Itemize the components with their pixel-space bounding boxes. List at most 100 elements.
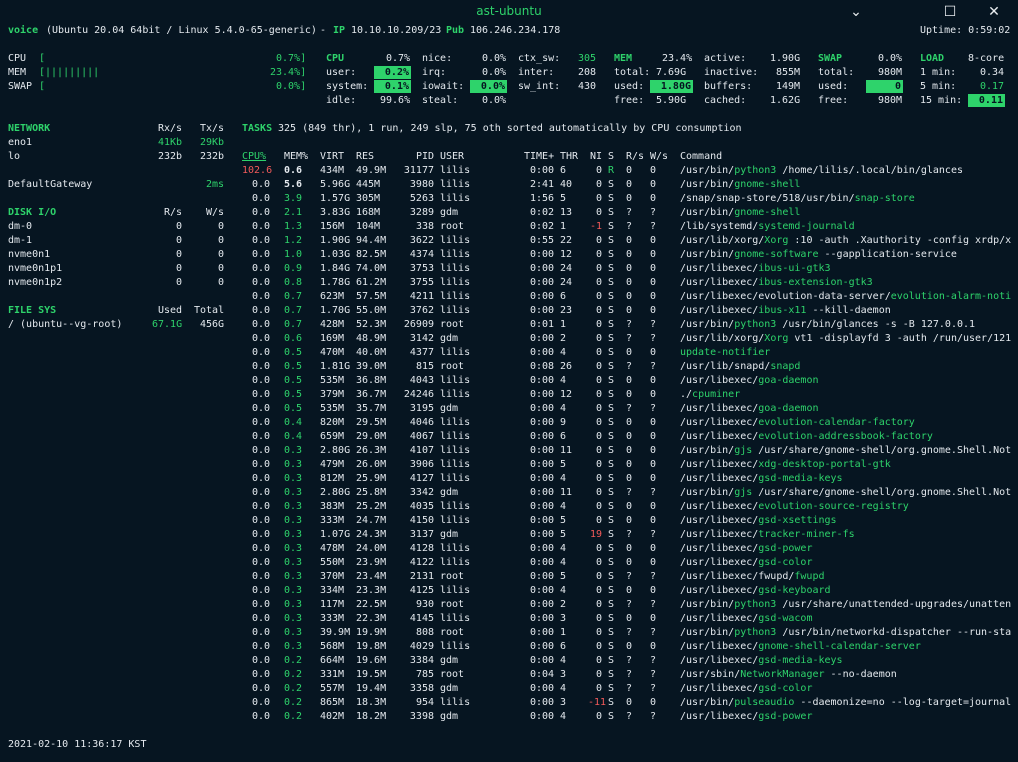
command-segment: /usr/libexec/ <box>680 711 759 722</box>
process-row[interactable]: 0.0 0.2 557M 19.4M 3358 gdm 0:00 4 0 S?? /usr/libe… <box>0 682 1018 696</box>
process-row[interactable]: 0.0 0.3 39.9M 19.9M 808 root 0:00 1 0 S?? /usr/bin… <box>0 626 1018 640</box>
process-user: root <box>440 319 465 330</box>
process-row[interactable]: 0.0 0.7 623M 57.5M 4211 lilis 0:00 6 0 S 0 0/usr/li… <box>0 290 1018 304</box>
command-segment: ./ <box>680 389 693 400</box>
process-row[interactable]: 0.0 0.3 333M 24.7M 4150 lilis 0:00 5 0 S 0 0/usr/li… <box>0 514 1018 528</box>
process-ws: 0 <box>650 459 657 470</box>
col-virt[interactable]: VIRT <box>320 150 344 164</box>
col-user[interactable]: USER <box>440 150 464 164</box>
process-row[interactable]: 0.0 0.7 1.70G 55.0M 3762 lilis 0:00 23 0 S 0 0/usr/… <box>0 304 1018 318</box>
process-row[interactable]: 0.0 0.4 820M 29.5M 4046 lilis 0:00 9 0 S 0 0/usr/li… <box>0 416 1018 430</box>
process-row[interactable]: 0.0 0.3 334M 23.3M 4125 lilis 0:00 4 0 S 0 0/usr/li… <box>0 584 1018 598</box>
process-row[interactable]: 0.0 0.3 117M 22.5M 930 root 0:00 2 0 S?? /usr/bin/… <box>0 598 1018 612</box>
close-icon[interactable]: ✕ <box>984 2 1004 22</box>
process-row[interactable]: 0.0 0.3 383M 25.2M 4035 lilis 0:00 4 0 S 0 0/usr/li… <box>0 500 1018 514</box>
process-row[interactable]: 102.6 0.6 434M 49.9M 31177 lilis 0:00 6 0 R 0 0/usr… <box>0 164 1018 178</box>
process-command: /usr/libexec/gsd-wacom <box>680 612 1014 626</box>
minimize-icon[interactable]: ⌄ <box>846 2 866 22</box>
process-row[interactable]: 0.0 0.5 379M 36.7M 24246 lilis 0:00 12 0 S 0 0 ./cpu… <box>0 388 1018 402</box>
ip-address: 10.10.10.209/23 <box>351 25 442 36</box>
process-row[interactable]: 0.0 3.9 1.57G 305M 5263 lilis 1:56 5 0 S 0 0/snap/s… <box>0 192 1018 206</box>
col-time[interactable]: TIME+ <box>524 150 554 164</box>
process-row[interactable]: 0.0 0.3 479M 26.0M 3906 lilis 0:00 5 0 S 0 0/usr/li… <box>0 458 1018 472</box>
process-row[interactable]: 0.0 0.5 1.81G 39.0M 815 root 0:08 26 0 S?? /usr/li… <box>0 360 1018 374</box>
col-read[interactable]: R/s <box>626 150 644 164</box>
col-pid[interactable]: PID <box>416 150 434 164</box>
process-mem: 1.3 <box>284 221 303 232</box>
process-row[interactable]: 0.0 1.3 156M 104M 338 root 0:02 1 -1 S?? /lib/syst… <box>0 220 1018 234</box>
process-row[interactable]: 0.0 0.3 1.07G 24.3M 3137 gdm 0:00 5 19 S?? /usr/li… <box>0 528 1018 542</box>
process-s: R <box>608 165 615 176</box>
process-row[interactable]: 0.0 0.5 535M 36.8M 4043 lilis 0:00 4 0 S 0 0/usr/li… <box>0 374 1018 388</box>
process-row[interactable]: 0.0 0.3 550M 23.9M 4122 lilis 0:00 4 0 S 0 0/usr/li… <box>0 556 1018 570</box>
col-mem[interactable]: MEM% <box>284 150 308 164</box>
process-row[interactable]: 0.0 0.2 865M 18.3M 954 lilis 0:00 3 -11 S 0 0/usr/b… <box>0 696 1018 710</box>
os-info: (Ubuntu 20.04 64bit / Linux 5.4.0-65-gen… <box>46 25 317 36</box>
process-user: lilis <box>440 501 471 512</box>
process-s: S <box>608 375 615 386</box>
swap-free-value: 980M <box>878 95 903 106</box>
process-row[interactable]: 0.0 0.3 370M 23.4M 2131 root 0:00 5 0 S?? /usr/lib… <box>0 570 1018 584</box>
process-row[interactable]: 0.0 0.3 2.80G 26.3M 4107 lilis 0:00 11 0 S 0 0/usr/… <box>0 444 1018 458</box>
process-s: S <box>608 501 615 512</box>
process-mem: 0.2 <box>284 697 303 708</box>
process-rs: 0 <box>626 305 633 316</box>
process-command: /usr/bin/pulseaudio --daemonize=no --log… <box>680 696 1014 710</box>
col-ni[interactable]: NI <box>590 150 602 164</box>
col-cpu[interactable]: CPU% <box>242 150 266 164</box>
process-cpu: 0.0 <box>251 445 270 456</box>
process-thr: 4 <box>560 557 567 568</box>
col-command[interactable]: Command <box>680 150 722 164</box>
process-ws: ? <box>650 627 657 638</box>
process-mem: 3.9 <box>284 193 303 204</box>
process-row[interactable]: 0.0 0.3 812M 25.9M 4127 lilis 0:00 4 0 S 0 0/usr/li… <box>0 472 1018 486</box>
process-mem: 0.4 <box>284 431 303 442</box>
process-ni: 0 <box>595 235 602 246</box>
process-mem: 0.7 <box>284 319 303 330</box>
process-command: /usr/libexec/evolution-source-registry <box>680 500 1014 514</box>
process-virt: 334M <box>320 585 345 596</box>
process-row[interactable]: 0.0 0.3 2.80G 25.8M 3342 gdm 0:00 11 0 S?? /usr/bi… <box>0 486 1018 500</box>
process-row[interactable]: 0.0 1.2 1.90G 94.4M 3622 lilis 0:55 22 0 S 0 0/usr/… <box>0 234 1018 248</box>
process-user: lilis <box>440 641 471 652</box>
process-row[interactable]: 0.0 5.6 5.96G 445M 3980 lilis 2:41 40 0 S 0 0/usr/b… <box>0 178 1018 192</box>
col-thr[interactable]: THR <box>560 150 578 164</box>
col-state[interactable]: S <box>608 150 614 164</box>
process-thr: 5 <box>560 193 567 204</box>
process-mem: 0.2 <box>284 711 303 722</box>
process-res: 24.0M <box>356 543 387 554</box>
process-row[interactable]: 0.0 0.2 402M 18.2M 3398 gdm 0:00 4 0 S?? /usr/libe… <box>0 710 1018 724</box>
process-pid: 2131 <box>409 571 434 582</box>
process-time: 0:00 <box>530 487 555 498</box>
process-time: 0:00 <box>530 417 555 428</box>
process-ws: ? <box>650 207 657 218</box>
process-row[interactable]: 0.0 2.1 3.83G 168M 3289 gdm 0:02 13 0 S?? /usr/bin… <box>0 206 1018 220</box>
col-write[interactable]: W/s <box>650 150 668 164</box>
maximize-icon[interactable]: ☐ <box>940 2 960 22</box>
process-row[interactable]: 0.0 0.7 428M 52.3M 26909 root 0:01 1 0 S?? /usr/bi… <box>0 318 1018 332</box>
process-pid: 4127 <box>409 473 434 484</box>
col-res[interactable]: RES <box>356 150 374 164</box>
process-row[interactable]: 0.0 0.2 331M 19.5M 785 root 0:04 3 0 S?? /usr/sbin… <box>0 668 1018 682</box>
process-res: 23.4M <box>356 571 387 582</box>
process-virt: 1.81G <box>320 361 351 372</box>
process-row[interactable]: 0.0 0.3 333M 22.3M 4145 lilis 0:00 3 0 S 0 0/usr/li… <box>0 612 1018 626</box>
process-row[interactable]: 0.0 0.5 535M 35.7M 3195 gdm 0:00 4 0 S?? /usr/libe… <box>0 402 1018 416</box>
process-row[interactable]: 0.0 0.8 1.78G 61.2M 3755 lilis 0:00 24 0 S 0 0/usr/… <box>0 276 1018 290</box>
cpu-steal-label: steal: <box>422 95 459 106</box>
process-row[interactable]: 0.0 0.4 659M 29.0M 4067 lilis 0:00 6 0 S 0 0/usr/li… <box>0 430 1018 444</box>
process-row[interactable]: 0.0 1.0 1.03G 82.5M 4374 lilis 0:00 12 0 S 0 0/usr/… <box>0 248 1018 262</box>
process-row[interactable]: 0.0 0.5 470M 40.0M 4377 lilis 0:00 4 0 S 0 0 update-… <box>0 346 1018 360</box>
process-virt: 5.96G <box>320 179 351 190</box>
process-pid: 815 <box>415 361 434 372</box>
process-row[interactable]: 0.0 0.3 568M 19.8M 4029 lilis 0:00 6 0 S 0 0/usr/li… <box>0 640 1018 654</box>
process-row[interactable]: 0.0 0.3 478M 24.0M 4128 lilis 0:00 4 0 S 0 0/usr/li… <box>0 542 1018 556</box>
command-segment: snapd <box>770 361 801 372</box>
command-segment: fwupd <box>794 571 825 582</box>
process-pid: 4043 <box>409 375 434 386</box>
process-rs: 0 <box>626 613 633 624</box>
cpu-idle-label: idle: <box>326 95 357 106</box>
process-row[interactable]: 0.0 0.6 169M 48.9M 3142 gdm 0:00 2 0 S?? /usr/lib/… <box>0 332 1018 346</box>
process-row[interactable]: 0.0 0.9 1.84G 74.0M 3753 lilis 0:00 24 0 S 0 0/usr/… <box>0 262 1018 276</box>
process-row[interactable]: 0.0 0.2 664M 19.6M 3384 gdm 0:00 4 0 S?? /usr/libe… <box>0 654 1018 668</box>
